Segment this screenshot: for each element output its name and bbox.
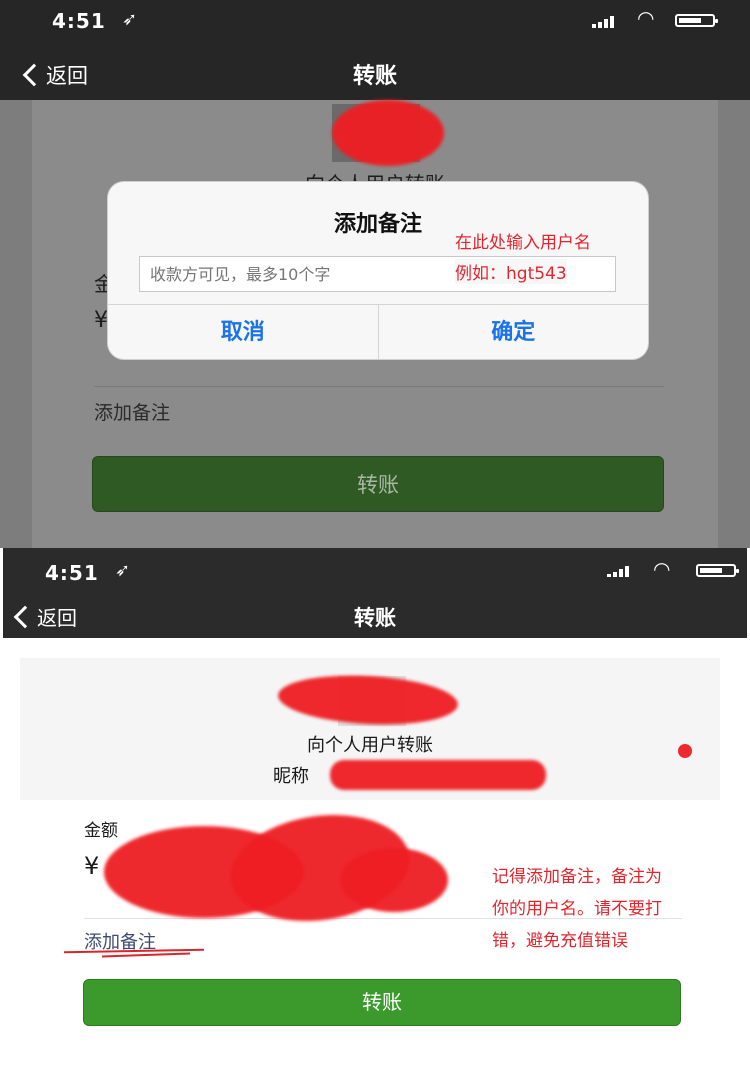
nav-bar: 返回 转账	[3, 592, 747, 638]
redaction-mark	[332, 100, 444, 166]
nav-bar: 返回 转账	[0, 46, 750, 100]
status-bar: 4:51 ➶ ◠	[0, 0, 750, 46]
redaction-dot	[678, 744, 692, 758]
redaction-mark	[340, 848, 448, 912]
payee-caption: 向个人用户转账	[307, 735, 433, 756]
currency-symbol: ¥	[84, 852, 100, 880]
transfer-button[interactable]: 转账	[83, 979, 681, 1026]
location-arrow-icon: ➶	[122, 9, 138, 30]
status-bar: 4:51 ➶ ◠	[3, 548, 747, 592]
annotation-line-3: 错，避免充值错误	[492, 931, 628, 951]
annotation-line-2: 你的用户名。请不要打	[492, 899, 662, 919]
signal-icon	[607, 565, 629, 577]
dialog-buttons: 取消 确定	[108, 304, 648, 359]
redaction-mark	[330, 760, 546, 790]
annotation-line-1: 记得添加备注，备注为	[492, 867, 662, 887]
add-note-link[interactable]: 添加备注	[94, 398, 170, 425]
amount-label: 金额	[84, 821, 118, 841]
transfer-button[interactable]: 转账	[92, 456, 664, 512]
battery-icon	[696, 564, 739, 577]
top-screenshot: 4:51 ➶ ◠ 返回 转账 向个人用户转账 金 ¥ 添加备注 转账 添加备注 …	[0, 0, 750, 548]
status-time: 4:51	[52, 9, 106, 33]
annotation-line-2: 例如：hgt543	[455, 259, 567, 284]
confirm-button[interactable]: 确定	[377, 305, 649, 359]
wifi-icon: ◠	[653, 557, 671, 581]
divider	[94, 386, 664, 387]
add-note-dialog: 添加备注 取消 确定	[108, 182, 648, 359]
wifi-icon: ◠	[637, 6, 655, 30]
bottom-screenshot: 4:51 ➶ ◠ 返回 转账 向个人用户转账 昵称 金额 ¥ 添加备注 转账 记…	[0, 548, 750, 1066]
location-arrow-icon: ➶	[115, 560, 131, 581]
page-title: 转账	[354, 606, 396, 630]
cancel-button[interactable]: 取消	[108, 305, 378, 359]
battery-icon	[675, 14, 718, 27]
currency-symbol: ¥	[94, 308, 108, 333]
page-title: 转账	[352, 64, 397, 89]
status-time: 4:51	[45, 561, 99, 585]
nickname-label: 昵称	[273, 766, 309, 787]
signal-icon	[592, 14, 614, 28]
annotation-line-1: 在此处输入用户名	[455, 233, 591, 253]
